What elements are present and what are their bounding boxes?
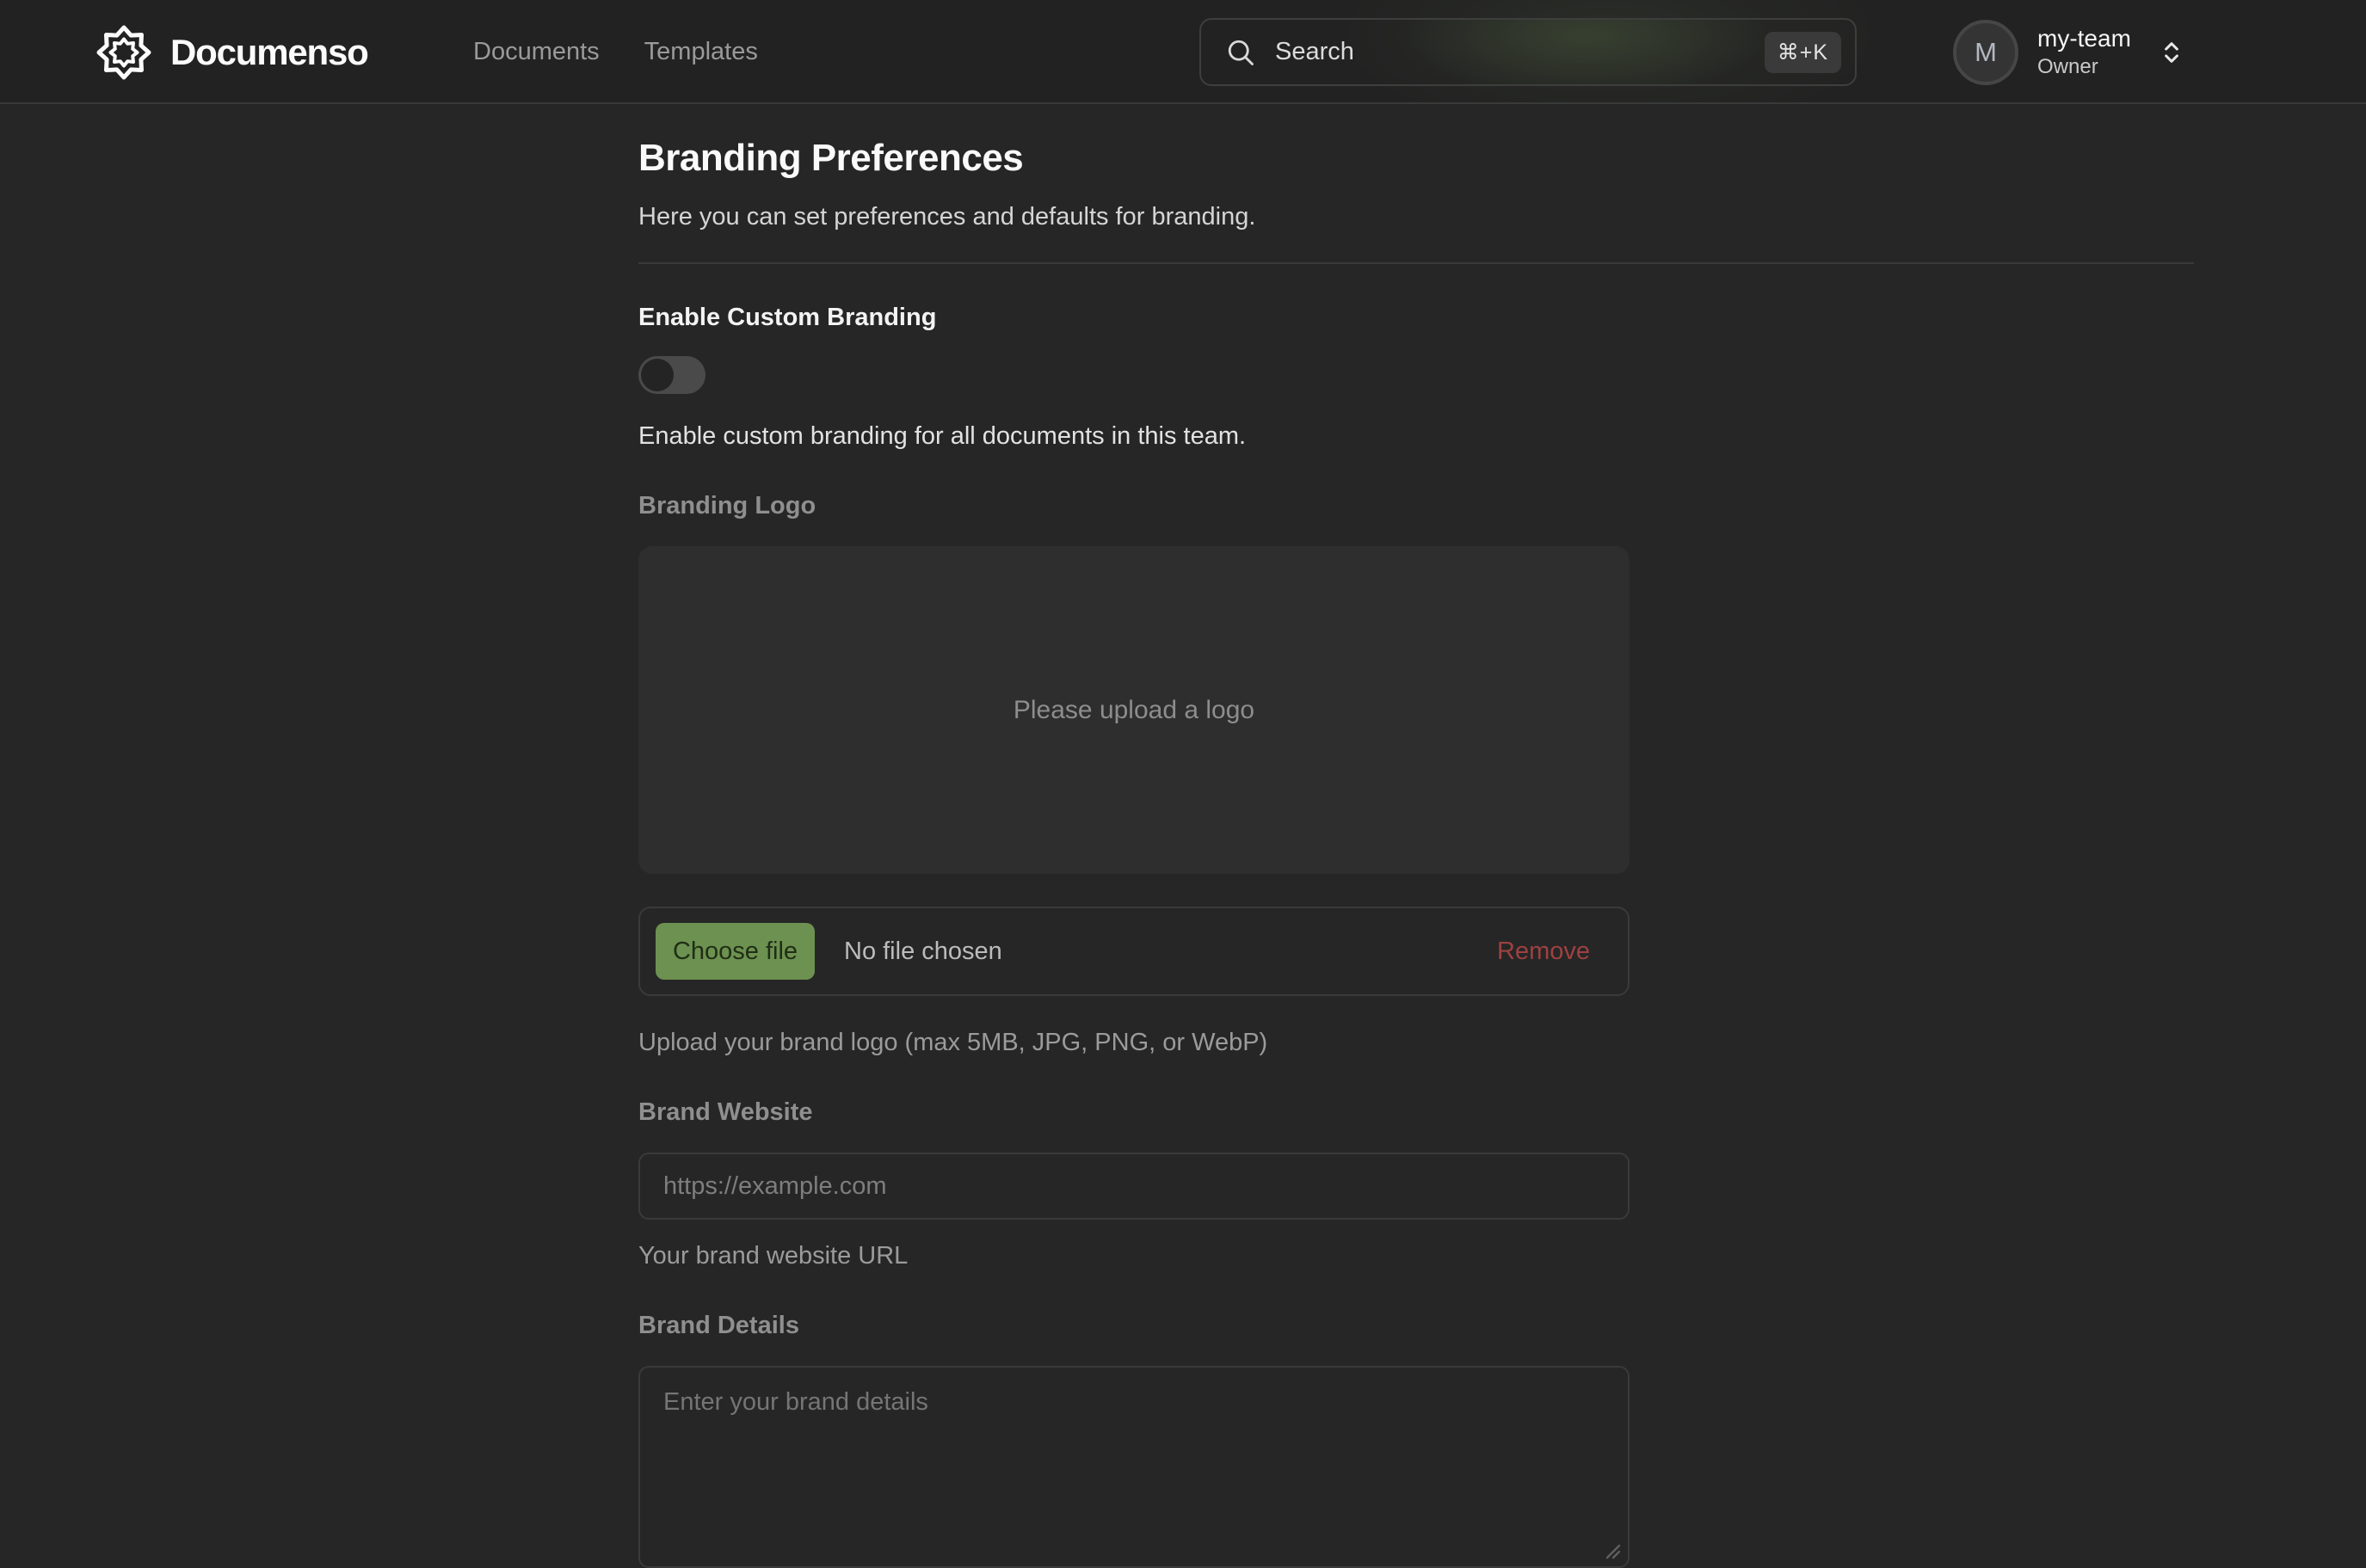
branding-logo-label: Branding Logo (638, 492, 2194, 520)
top-navigation-bar: Documenso Documents Templates Search ⌘+K… (0, 0, 2366, 104)
primary-nav: Documents Templates (473, 0, 758, 104)
documenso-logo[interactable]: Documenso (96, 0, 368, 104)
logo-dropzone[interactable]: Please upload a logo (638, 546, 1630, 874)
avatar: M (1953, 20, 2018, 85)
logo-upload-helper: Upload your brand logo (max 5MB, JPG, PN… (638, 1029, 2194, 1057)
enable-custom-branding-label: Enable Custom Branding (638, 304, 2194, 332)
brand-details-wrap (638, 1366, 1630, 1568)
global-search-input[interactable]: Search ⌘+K (1199, 18, 1857, 86)
nav-item-documents[interactable]: Documents (473, 38, 600, 66)
brand-website-input[interactable] (638, 1153, 1630, 1220)
brand-details-label: Brand Details (638, 1312, 2194, 1340)
chevrons-up-down-icon (2157, 36, 2186, 69)
page-title: Branding Preferences (638, 137, 2194, 180)
remove-logo-button[interactable]: Remove (1497, 938, 1590, 966)
enable-custom-branding-toggle[interactable] (638, 356, 705, 394)
choose-file-button[interactable]: Choose file (656, 923, 815, 980)
nav-item-templates[interactable]: Templates (644, 38, 758, 66)
logo-dropzone-text: Please upload a logo (1014, 696, 1254, 725)
team-menu-trigger[interactable]: M my-team Owner (1953, 0, 2186, 104)
toggle-knob (641, 359, 674, 391)
enable-custom-branding-description: Enable custom branding for all documents… (638, 422, 2194, 451)
brand-name: Documenso (170, 32, 368, 73)
resize-handle-icon[interactable] (1602, 1540, 1623, 1561)
section-divider (638, 262, 2194, 264)
team-meta: my-team Owner (2037, 24, 2131, 79)
brand-website-helper: Your brand website URL (638, 1242, 2194, 1270)
search-placeholder-text: Search (1275, 38, 1765, 66)
search-icon (1225, 37, 1256, 68)
branding-preferences-page: Branding Preferences Here you can set pr… (638, 104, 2194, 1568)
file-chosen-status: No file chosen (844, 938, 1002, 966)
team-name: my-team (2037, 24, 2131, 53)
page-subtitle: Here you can set preferences and default… (638, 203, 2194, 231)
documenso-logo-icon (96, 25, 151, 80)
team-role: Owner (2037, 55, 2131, 80)
logo-file-input-row: Choose file No file chosen Remove (638, 907, 1630, 996)
search-shortcut-badge: ⌘+K (1765, 32, 1841, 73)
brand-website-label: Brand Website (638, 1098, 2194, 1127)
brand-details-textarea[interactable] (638, 1366, 1630, 1568)
avatar-initial: M (1975, 37, 1997, 68)
branding-settings-group: Branding Logo Please upload a logo Choos… (638, 492, 2194, 1568)
